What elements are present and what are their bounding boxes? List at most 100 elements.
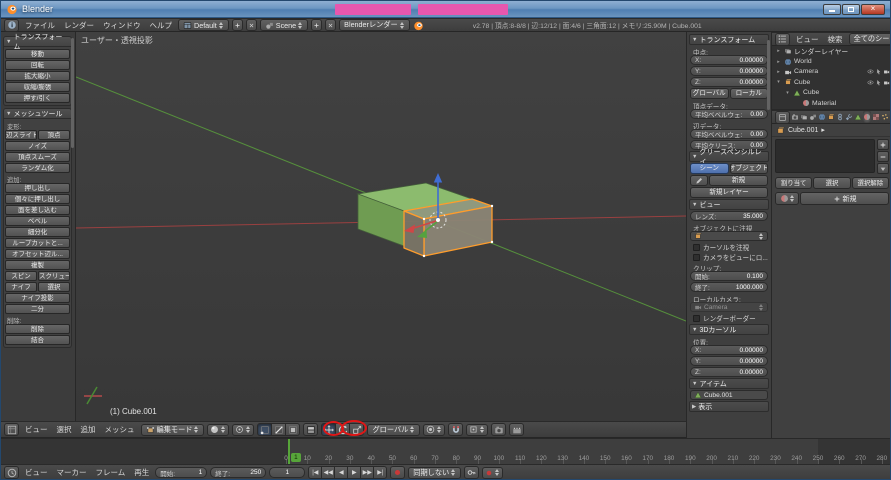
play-reverse-button[interactable]: ◀: [334, 466, 349, 479]
gp-new-layer-button[interactable]: 新規レイヤー: [690, 187, 768, 198]
number-field[interactable]: Y: 0.00000: [690, 356, 768, 366]
menu-marker[interactable]: マーカー: [54, 467, 90, 478]
browse-material-button[interactable]: [775, 192, 799, 205]
number-field[interactable]: Z: 0.00000: [690, 77, 768, 87]
edge-select-button[interactable]: [271, 423, 287, 436]
outliner-row[interactable]: ▸ レンダーレイヤー: [772, 46, 890, 56]
number-field[interactable]: Z: 0.00000: [690, 367, 768, 377]
menu-select[interactable]: 選択: [54, 424, 75, 435]
deselect-button[interactable]: 選択解除: [851, 177, 889, 189]
menu-file[interactable]: ファイル: [22, 20, 58, 31]
disclosure-triangle-icon[interactable]: ▸: [775, 69, 782, 75]
scene-dropdown[interactable]: Scene: [259, 19, 309, 31]
menu-help[interactable]: ヘルプ: [147, 20, 176, 31]
panel-header[interactable]: ▼ トランスフォーム: [689, 34, 769, 45]
jump-to-end-button[interactable]: ▶|: [373, 466, 388, 479]
panel-header[interactable]: ▼ ビュー: [689, 199, 769, 210]
play-button[interactable]: ▶: [347, 466, 362, 479]
current-frame-field[interactable]: 1: [269, 467, 306, 478]
tool-button[interactable]: 頂点: [38, 130, 70, 140]
disclosure-triangle-icon[interactable]: ▾: [775, 79, 782, 85]
tool-button[interactable]: 押し出し: [5, 183, 70, 193]
number-field[interactable]: X: 0.00000: [690, 345, 768, 355]
editor-info-button[interactable]: [4, 18, 19, 32]
number-field[interactable]: 終了: 1000.000: [690, 282, 768, 292]
menu-view[interactable]: ビュー: [793, 34, 822, 45]
gp-object-tab[interactable]: オブジェクト: [729, 163, 768, 174]
disclosure-triangle-icon[interactable]: ▸: [775, 59, 782, 65]
tool-button[interactable]: ランダム化: [5, 163, 70, 173]
tool-button[interactable]: ベベル: [5, 216, 70, 226]
tab-render[interactable]: [791, 111, 799, 123]
tool-button[interactable]: オフセット辺ル...: [5, 249, 70, 259]
local-button[interactable]: ローカル: [729, 88, 768, 99]
tool-panel-header[interactable]: ▼ メッシュツール: [3, 108, 72, 119]
global-button[interactable]: グローバル: [690, 88, 729, 99]
tab-world[interactable]: [818, 111, 826, 123]
orientation-dropdown[interactable]: グローバル: [367, 423, 421, 436]
new-material-button[interactable]: 新規: [800, 192, 889, 205]
menu-view[interactable]: ビュー: [22, 467, 51, 478]
render-toggle[interactable]: [883, 68, 890, 75]
tool-button[interactable]: 収縮/膨張: [5, 82, 70, 92]
tool-button[interactable]: 結合: [5, 335, 70, 345]
current-frame-playhead[interactable]: [288, 439, 291, 464]
tab-constraints[interactable]: [836, 111, 844, 123]
tab-particles[interactable]: [881, 111, 889, 123]
tool-button[interactable]: 回転: [5, 60, 70, 70]
delete-layout-button[interactable]: [245, 19, 257, 31]
material-specials-button[interactable]: [877, 163, 889, 174]
panel-header[interactable]: ▼ アイテム: [689, 378, 769, 389]
assign-button[interactable]: 割り当て: [775, 177, 813, 189]
proportional-edit-dropdown[interactable]: [423, 423, 446, 436]
timeline-ruler[interactable]: 0 10 20 30 40 50 60 70 80 90 100 110 120 130 140 150 160…: [1, 438, 890, 464]
tool-button[interactable]: 選択: [38, 282, 70, 292]
tab-scene[interactable]: [809, 111, 817, 123]
tool-button[interactable]: 二分: [5, 304, 70, 314]
3d-viewport[interactable]: ユーザー・透視投影 (1) Cube.001: [76, 32, 686, 421]
panel-header[interactable]: ▶ 表示: [689, 401, 769, 412]
panel-header[interactable]: ▼ 3Dカーソル: [689, 324, 769, 335]
checkbox[interactable]: カメラをビューにロ...: [689, 252, 769, 262]
editor-outliner-button[interactable]: [775, 32, 790, 46]
tool-button[interactable]: 複製: [5, 260, 70, 270]
magnet-button[interactable]: [448, 423, 464, 436]
tab-render-layers[interactable]: [800, 111, 808, 123]
remove-material-slot-button[interactable]: [877, 151, 889, 162]
delete-scene-button[interactable]: [325, 19, 337, 31]
end-frame-field[interactable]: 終了: 250: [210, 467, 267, 478]
outliner-row[interactable]: ▸ Camera: [772, 67, 890, 77]
screen-layout-dropdown[interactable]: Default: [178, 19, 229, 31]
snap-element-dropdown[interactable]: [466, 423, 489, 436]
start-frame-field[interactable]: 開始: 1: [155, 467, 208, 478]
close-button[interactable]: ×: [861, 3, 885, 15]
tab-material[interactable]: [863, 111, 871, 123]
selectable-toggle[interactable]: [875, 79, 882, 86]
number-field[interactable]: レンズ: 35.000: [690, 211, 768, 221]
manip-translate-button[interactable]: [321, 423, 337, 436]
tool-button[interactable]: 拡大縮小: [5, 71, 70, 81]
menu-search[interactable]: 検索: [825, 34, 846, 45]
panel-header[interactable]: ▼ グリースペンシルレイ...: [689, 149, 769, 166]
record-button[interactable]: [390, 466, 406, 479]
number-field[interactable]: Y: 0.00000: [690, 66, 768, 76]
tab-object[interactable]: [827, 111, 835, 123]
menu-window[interactable]: ウィンドウ: [100, 20, 144, 31]
cube-mesh-object[interactable]: [356, 182, 494, 258]
outliner-row[interactable]: ▾ Cube: [772, 88, 890, 98]
tool-button[interactable]: ノイズ: [5, 141, 70, 151]
tool-button[interactable]: 細分化: [5, 227, 70, 237]
av-sync-dropdown[interactable]: 同期しない: [408, 466, 462, 479]
tool-button[interactable]: 個々に押し出し: [5, 194, 70, 204]
outliner-row[interactable]: ▸ World: [772, 56, 890, 66]
id-selector-dropdown[interactable]: Camera: [690, 302, 768, 312]
display-mode-dropdown[interactable]: 全てのシーン: [848, 33, 890, 45]
tab-modifiers[interactable]: [845, 111, 853, 123]
occlude-button[interactable]: [303, 423, 319, 436]
menu-mesh[interactable]: メッシュ: [102, 424, 138, 435]
menu-frame[interactable]: フレーム: [93, 467, 129, 478]
tool-button[interactable]: 削除: [5, 324, 70, 334]
render-toggle[interactable]: [883, 79, 890, 86]
outliner-row[interactable]: ▾ Cube: [772, 77, 890, 87]
jump-to-prev-keyframe-button[interactable]: ◀◀: [321, 466, 336, 479]
